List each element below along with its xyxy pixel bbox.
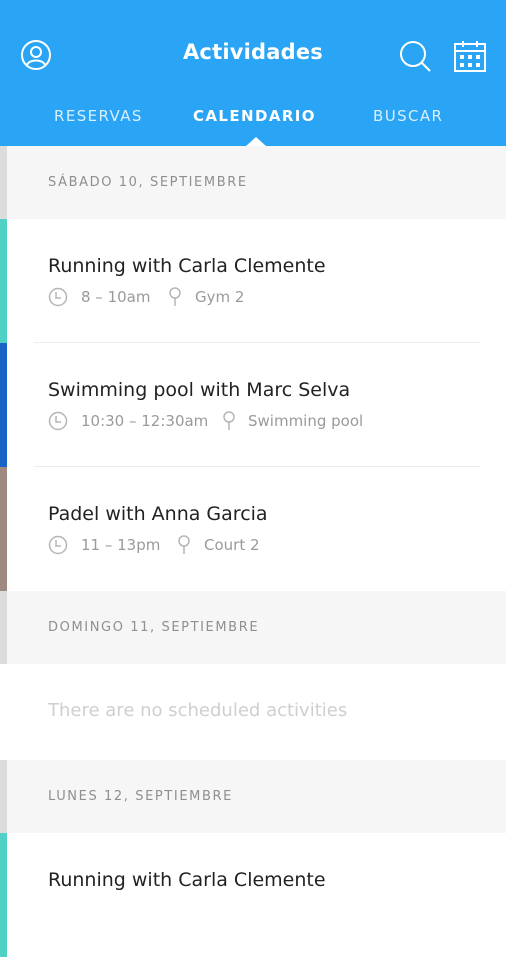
activity-place: Gym 2 bbox=[195, 288, 245, 306]
tab-buscar[interactable]: BUSCAR bbox=[373, 107, 443, 125]
active-tab-indicator bbox=[246, 137, 266, 146]
activity-instructor: Anna Garcia bbox=[151, 503, 268, 525]
activity-type: Running with bbox=[48, 869, 179, 891]
activity-item[interactable]: Padel with Anna Garcia 11 – 13pm Court 2 bbox=[0, 467, 506, 591]
activity-place: Swimming pool bbox=[248, 412, 364, 430]
clock-icon bbox=[48, 287, 68, 307]
activity-time: 10:30 – 12:30am bbox=[81, 412, 209, 430]
activity-color-strip bbox=[0, 833, 7, 957]
clock-icon bbox=[48, 535, 68, 555]
activity-instructor: Carla Clemente bbox=[178, 869, 326, 891]
location-pin-icon bbox=[178, 535, 190, 554]
activity-item[interactable]: Swimming pool with Marc Selva 10:30 – 12… bbox=[0, 343, 506, 467]
day-strip bbox=[0, 146, 7, 219]
day-label: SÁBADO 10, SEPTIEMBRE bbox=[48, 175, 248, 190]
activity-name: Padel with Anna Garcia bbox=[48, 503, 268, 525]
empty-day: There are no scheduled activities bbox=[0, 664, 506, 760]
day-label: DOMINGO 11, SEPTIEMBRE bbox=[48, 620, 260, 635]
activity-time: 8 – 10am bbox=[81, 288, 151, 306]
day-header: LUNES 12, SEPTIEMBRE bbox=[0, 760, 506, 833]
activity-color-strip bbox=[0, 467, 7, 591]
app-header: Actividades RESERVAS CALENDARIO BUSCAR bbox=[0, 0, 506, 146]
tab-bar: RESERVAS CALENDARIO BUSCAR bbox=[0, 107, 506, 129]
location-pin-icon bbox=[223, 411, 235, 430]
day-strip bbox=[0, 591, 7, 664]
activity-time: 11 – 13pm bbox=[81, 536, 161, 554]
activity-instructor: Marc Selva bbox=[246, 379, 351, 401]
activity-name: Swimming pool with Marc Selva bbox=[48, 379, 350, 401]
day-header: DOMINGO 11, SEPTIEMBRE bbox=[0, 591, 506, 664]
day-label: LUNES 12, SEPTIEMBRE bbox=[48, 789, 233, 804]
calendar-icon[interactable] bbox=[453, 39, 487, 73]
search-icon[interactable] bbox=[398, 39, 432, 73]
activity-color-strip bbox=[0, 219, 7, 343]
activity-type: Padel with bbox=[48, 503, 152, 525]
activity-instructor: Carla Clemente bbox=[178, 255, 326, 277]
empty-message: There are no scheduled activities bbox=[48, 700, 348, 721]
activity-name: Running with Carla Clemente bbox=[48, 255, 326, 277]
activity-place: Court 2 bbox=[204, 536, 260, 554]
day-strip bbox=[0, 760, 7, 833]
activity-item[interactable]: Running with Carla Clemente bbox=[0, 833, 506, 957]
tab-reservas[interactable]: RESERVAS bbox=[54, 107, 143, 125]
activity-name: Running with Carla Clemente bbox=[48, 869, 326, 891]
location-pin-icon bbox=[169, 287, 181, 306]
activity-color-strip bbox=[0, 343, 7, 467]
activity-type: Running with bbox=[48, 255, 179, 277]
day-header: SÁBADO 10, SEPTIEMBRE bbox=[0, 146, 506, 219]
clock-icon bbox=[48, 411, 68, 431]
activity-item[interactable]: Running with Carla Clemente 8 – 10am Gym… bbox=[0, 219, 506, 343]
tab-calendario[interactable]: CALENDARIO bbox=[193, 107, 316, 125]
activity-type: Swimming pool with bbox=[48, 379, 247, 401]
